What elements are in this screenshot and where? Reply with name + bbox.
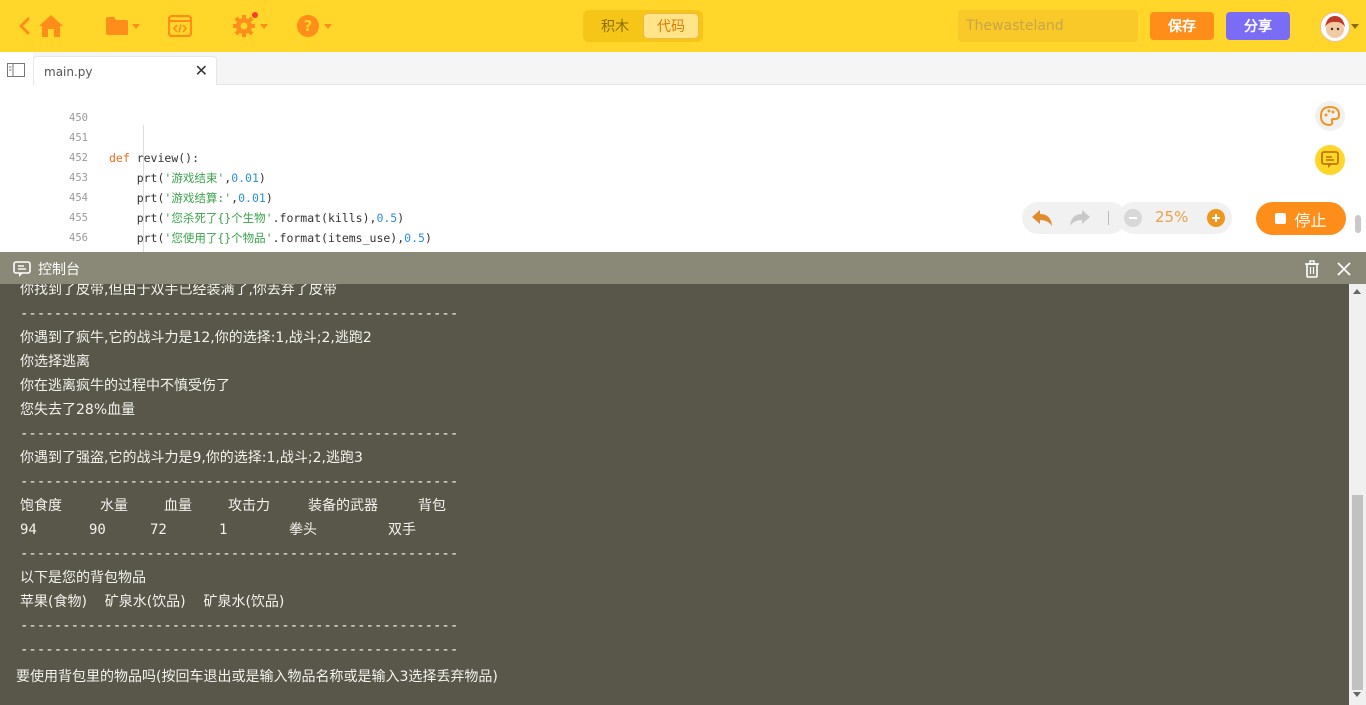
stats-value: 90 [89, 522, 106, 538]
top-toolbar: ? 积木 代码 保存 分享 [0, 0, 1366, 52]
redo-icon[interactable] [1068, 207, 1092, 229]
code-file-icon[interactable] [168, 14, 192, 38]
stats-header: 饱食度 [20, 498, 62, 514]
stats-header: 水量 [100, 498, 128, 514]
file-tab-main[interactable]: main.py ✕ [33, 56, 217, 86]
stats-value: 72 [150, 522, 167, 538]
console-icon [12, 260, 32, 278]
stats-value: 1 [219, 522, 228, 538]
chevron-down-icon[interactable] [260, 24, 268, 29]
sidebar-strip [0, 52, 34, 252]
tab-blocks[interactable]: 积木 [587, 13, 643, 39]
tab-code[interactable]: 代码 [643, 13, 699, 39]
project-name-input[interactable] [958, 10, 1138, 42]
stats-header: 血量 [164, 498, 192, 514]
console-line: ----------------------------------------… [20, 642, 459, 658]
undo-redo-group [1022, 202, 1126, 234]
zoom-out-icon[interactable] [1124, 209, 1142, 227]
console-output[interactable]: 你找到了皮带,但由于双手已经装满了,你丢弃了皮带 ---------------… [0, 284, 1366, 705]
close-icon[interactable] [1334, 259, 1354, 279]
editor-scrollbar[interactable] [1355, 215, 1361, 233]
console-line: 你遇到了疯牛,它的战斗力是12,你的选择:1,战斗;2,逃跑2 [20, 330, 372, 346]
console-line: 苹果(食物) 矿泉水(饮品) 矿泉水(饮品) [20, 594, 285, 610]
code-line: 450 [33, 88, 1033, 124]
home-icon[interactable] [37, 12, 65, 40]
zoom-control: 25% [1118, 202, 1232, 234]
stats-header: 背包 [418, 498, 446, 514]
folder-icon[interactable] [104, 14, 130, 38]
zoom-level: 25% [1155, 208, 1189, 226]
undo-icon[interactable] [1030, 207, 1054, 229]
console-line: 以下是您的背包物品 [20, 570, 146, 586]
console-line: 你选择逃离 [20, 354, 90, 370]
scroll-up-icon[interactable] [1353, 289, 1361, 294]
mode-switch: 积木 代码 [583, 10, 703, 42]
code-line: 451 def review(): [33, 108, 1033, 165]
svg-text:?: ? [304, 17, 313, 35]
console-scroll-thumb[interactable] [1352, 495, 1363, 690]
help-icon[interactable]: ? [295, 13, 321, 39]
console-line: ----------------------------------------… [20, 474, 459, 490]
console-line: ----------------------------------------… [20, 306, 459, 322]
close-icon[interactable]: ✕ [195, 61, 208, 80]
avatar[interactable] [1320, 12, 1350, 42]
palette-button[interactable] [1315, 101, 1345, 131]
console-line: ----------------------------------------… [20, 618, 459, 634]
notification-dot [252, 12, 258, 18]
stats-header: 攻击力 [228, 498, 270, 514]
palette-icon [1319, 105, 1341, 127]
console-line: ----------------------------------------… [20, 546, 459, 562]
console-line: 你遇到了强盗,它的战斗力是9,你的选择:1,战斗;2,逃跑3 [20, 450, 363, 466]
console-line: 您失去了28%血量 [20, 402, 136, 418]
code-line: 454 prt('您杀死了{}个生物'.format(kills),0.5) [33, 168, 1033, 225]
file-tab-label: main.py [44, 65, 93, 79]
code-line: 457 prt('您活过了{}个事件'.format(life - 1),0.5… [33, 228, 1033, 248]
code-line: 456 prt('您恢复了{}%血量'.format(health_regrew… [33, 208, 1033, 252]
console-line: 你找到了皮带,但由于双手已经装满了,你丢弃了皮带 [20, 284, 337, 298]
code-line: 455 prt('您使用了{}个物品'.format(items_use),0.… [33, 188, 1033, 245]
code-line: 452 prt('游戏结束',0.01) [33, 128, 1033, 185]
stats-header: 装备的武器 [308, 498, 378, 514]
save-button[interactable]: 保存 [1150, 12, 1214, 40]
stop-label: 停止 [1294, 210, 1327, 230]
chevron-down-icon[interactable] [132, 24, 140, 29]
back-icon[interactable] [14, 16, 34, 36]
code-line: 453 prt('游戏结算:',0.01) [33, 148, 1033, 205]
file-tab-bar: main.py ✕ [33, 52, 1366, 86]
trash-icon[interactable] [1302, 259, 1322, 279]
console-title: 控制台 [38, 262, 80, 278]
console-header: 控制台 [0, 252, 1366, 284]
console-prompt[interactable]: 要使用背包里的物品吗(按回车退出或是输入物品名称或是输入3选择丢弃物品) [16, 665, 498, 689]
chevron-down-icon[interactable] [1351, 24, 1359, 29]
chevron-down-icon[interactable] [324, 24, 332, 29]
console-icon [1321, 151, 1339, 168]
share-button[interactable]: 分享 [1226, 12, 1290, 40]
scroll-down-icon[interactable] [1353, 692, 1361, 697]
divider [1108, 211, 1109, 225]
sidebar-toggle-icon[interactable] [6, 62, 26, 78]
stats-value: 94 [20, 522, 37, 538]
stats-value: 双手 [388, 522, 416, 538]
console-toggle-button[interactable] [1315, 145, 1345, 175]
stop-icon [1275, 213, 1287, 224]
console-line: 你在逃离疯牛的过程中不慎受伤了 [20, 378, 230, 394]
console-line: ----------------------------------------… [20, 426, 459, 442]
stop-button[interactable]: 停止 [1256, 202, 1346, 235]
zoom-in-icon[interactable] [1207, 209, 1225, 227]
stats-value: 拳头 [289, 522, 317, 538]
